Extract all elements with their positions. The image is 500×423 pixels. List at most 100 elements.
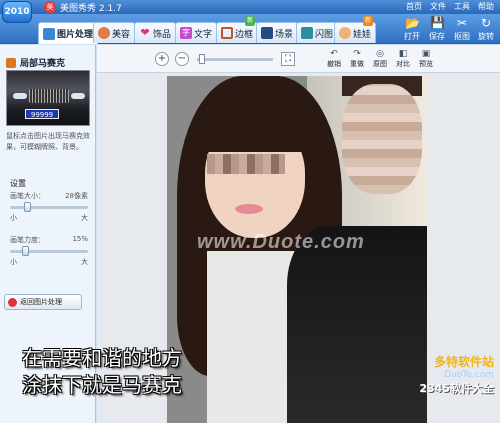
preview-label: 预览: [419, 60, 433, 68]
photo-jacket: [287, 226, 427, 423]
tab-scene[interactable]: 场景: [256, 22, 299, 43]
original-icon: ◎: [376, 49, 384, 59]
zoom-in-button[interactable]: +: [155, 52, 169, 66]
open-icon: 📂: [405, 16, 420, 30]
menu-help[interactable]: 帮助: [478, 1, 494, 12]
brand-line-2: DuoTe.com: [444, 370, 494, 380]
new-badge: 新: [363, 16, 374, 26]
tab-image-processing[interactable]: 图片处理: [38, 22, 99, 44]
canvas-toolbar: + − ⛶ ↶ 撤销 ↷ 重做 ◎ 原图 ◧ 对比 ▣ 预览: [97, 45, 500, 73]
photo-person2-mosaic: [342, 84, 422, 194]
zoom-in-icon: +: [157, 53, 167, 64]
slider-max: 大: [81, 258, 88, 266]
brand-line-1: 多特软件站: [433, 355, 494, 369]
redo-button[interactable]: ↷ 重做: [346, 49, 368, 69]
example-car-image: 99999: [6, 70, 90, 126]
app-icon: 美: [44, 1, 56, 13]
slider-min: 小: [10, 214, 17, 222]
save-button[interactable]: 💾 保存: [425, 16, 449, 42]
brush-size-value: 28像素: [65, 192, 88, 200]
cutout-button[interactable]: ✂ 抠图: [450, 16, 474, 42]
zoom-out-button[interactable]: −: [175, 52, 189, 66]
tab-accessories[interactable]: ❤ 饰品: [134, 22, 177, 43]
app-logo: 2010: [2, 1, 32, 23]
car-headlight: [13, 93, 27, 99]
save-icon: 💾: [430, 16, 445, 30]
undo-button[interactable]: ↶ 撤销: [323, 49, 345, 69]
tab-frame[interactable]: 新 边框: [216, 16, 259, 43]
redo-label: 重做: [350, 60, 364, 68]
rotate-button[interactable]: ↻ 旋转: [474, 16, 498, 42]
brush-size-control: 画笔大小： 28像素 小 大: [10, 191, 88, 223]
doll-icon: [339, 27, 351, 39]
open-button[interactable]: 📂 打开: [400, 16, 424, 42]
slider-handle[interactable]: [22, 246, 29, 256]
brush-strength-slider[interactable]: [10, 246, 88, 256]
tab-label: 场景: [275, 29, 294, 40]
menu-home[interactable]: 首页: [406, 1, 422, 12]
tab-label: 美容: [112, 29, 131, 40]
image-icon: [43, 27, 55, 40]
compare-label: 对比: [396, 60, 410, 68]
rotate-label: 旋转: [478, 32, 494, 41]
open-label: 打开: [404, 32, 420, 41]
photo-lips: [235, 204, 263, 214]
slider-handle[interactable]: [24, 202, 31, 212]
rotate-icon: ↻: [480, 16, 492, 30]
zoom-slider-handle[interactable]: [199, 54, 205, 64]
fit-icon: ⛶: [284, 54, 292, 64]
preview-icon: ▣: [421, 49, 431, 59]
brush-strength-control: 画笔力度： 15% 小 大: [10, 235, 88, 267]
menu-file[interactable]: 文件: [430, 1, 446, 12]
brush-strength-value: 15%: [72, 235, 88, 243]
edited-photo[interactable]: www.Duote.com: [167, 76, 427, 423]
original-label: 原图: [373, 60, 387, 68]
face-icon: [98, 27, 110, 39]
scene-icon: [261, 27, 273, 39]
zoom-slider[interactable]: [197, 54, 273, 64]
tab-doll[interactable]: 新 娃娃: [334, 16, 377, 43]
back-to-image-processing-button[interactable]: 返回图片处理: [4, 294, 82, 310]
brush-size-slider[interactable]: [10, 202, 88, 212]
mosaic-icon: [6, 57, 16, 68]
overlay-caption: 在需要和谐的地方 涂抹下就是马赛克: [22, 345, 182, 399]
settings-label: 设置: [10, 179, 26, 188]
photo-bangs: [199, 104, 311, 152]
cutout-icon: ✂: [456, 16, 468, 30]
mosaic-eye-bar: [207, 154, 285, 174]
compare-button[interactable]: ◧ 对比: [392, 49, 414, 69]
tab-label: 文字: [194, 29, 213, 40]
compare-icon: ◧: [398, 49, 408, 59]
save-label: 保存: [429, 32, 445, 41]
brush-size-label: 画笔大小：: [10, 192, 45, 200]
zoom-out-icon: −: [177, 53, 187, 64]
tab-beauty[interactable]: 美容: [93, 22, 136, 43]
brush-strength-label: 画笔力度：: [10, 236, 45, 244]
frame-icon: [221, 27, 233, 39]
panel-title-text: 局部马赛克: [20, 59, 66, 69]
watermark: www.Duote.com: [197, 231, 365, 253]
undo-icon: ↶: [330, 49, 338, 59]
caption-line-2: 涂抹下就是马赛克: [22, 373, 182, 397]
license-plate: 99999: [25, 109, 59, 119]
fit-screen-button[interactable]: ⛶: [281, 52, 295, 66]
slider-max: 大: [81, 214, 88, 222]
top-menu: 首页 文件 工具 帮助: [406, 1, 494, 12]
title-bar: 2010 美 美图秀秀 2.1.7 首页 文件 工具 帮助: [0, 0, 500, 23]
photo-shirt: [207, 251, 297, 423]
menu-tools[interactable]: 工具: [454, 1, 470, 12]
tab-flash[interactable]: 闪图: [296, 22, 339, 43]
cutout-label: 抠图: [454, 32, 470, 41]
car-headlight: [71, 93, 85, 99]
back-icon: [8, 297, 17, 307]
tab-text[interactable]: 字 文字: [175, 22, 218, 43]
preview-button[interactable]: ▣ 预览: [415, 49, 437, 69]
back-button-label: 返回图片处理: [20, 298, 62, 306]
original-button[interactable]: ◎ 原图: [369, 49, 391, 69]
undo-label: 撤销: [327, 60, 341, 68]
brand-line-3: 2345软件大全: [419, 382, 494, 395]
heart-icon: ❤: [140, 26, 150, 39]
panel-title: 局部马赛克: [6, 56, 65, 69]
new-badge: 新: [245, 16, 256, 26]
site-brand: 多特软件站 DuoTe.com 2345软件大全: [419, 353, 494, 396]
